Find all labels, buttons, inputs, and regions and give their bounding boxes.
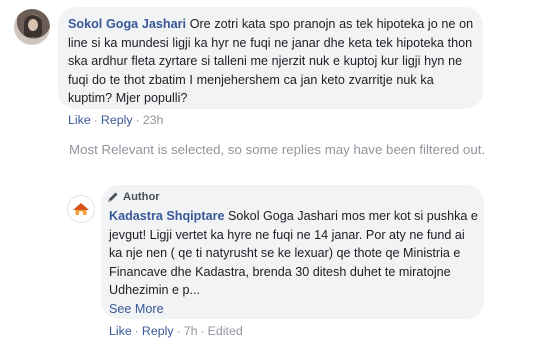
comment-timestamp[interactable]: 23h [143, 113, 164, 127]
see-more-link[interactable]: See More [109, 300, 481, 319]
comment-reply-button[interactable]: Reply [101, 113, 133, 127]
edited-label[interactable]: Edited [208, 324, 243, 338]
kadastra-logo-avatar[interactable] [67, 195, 95, 223]
filter-notice: Most Relevant is selected, so some repli… [69, 142, 486, 157]
comment-like-button[interactable]: Like [68, 113, 91, 127]
comment-bubble: Sokol Goga Jashari Ore zotri kata spo pr… [58, 7, 483, 109]
reply-reply-button[interactable]: Reply [142, 324, 174, 338]
comment-author-link[interactable]: Sokol Goga Jashari [68, 17, 186, 31]
author-badge-label: Author [123, 191, 160, 203]
reply-body: Kadastra Shqiptare Sokol Goga Jashari mo… [109, 207, 481, 319]
reply-bubble: Kadastra Shqiptare Sokol Goga Jashari mo… [101, 185, 484, 319]
reply-like-button[interactable]: Like [109, 324, 132, 338]
comment-actions: Like · Reply · 23h [68, 113, 164, 127]
author-badge: Author [107, 191, 160, 203]
house-logo-icon [73, 203, 89, 215]
reply-actions: Like · Reply · 7h · Edited [109, 324, 243, 338]
commenter-avatar[interactable] [14, 9, 50, 45]
reply-timestamp[interactable]: 7h [184, 324, 198, 338]
pencil-icon [108, 192, 118, 202]
comment-body: Sokol Goga Jashari Ore zotri kata spo pr… [68, 15, 476, 108]
reply-author-link[interactable]: Kadastra Shqiptare [109, 209, 224, 223]
